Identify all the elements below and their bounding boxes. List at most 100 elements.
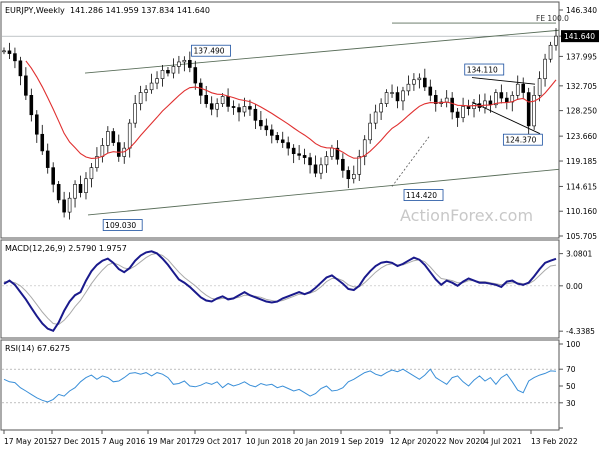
candle-body [253,108,258,121]
candle-body [182,59,187,63]
candle-body [138,92,143,104]
ohlc-readout: 141.286 141.959 137.834 141.640 [70,6,210,15]
candle-body [324,156,329,166]
x-tick-label: 20 Jan 2019 [294,437,339,446]
candle-body [455,111,460,118]
candle-body [171,66,176,74]
candle-body [379,103,383,113]
x-tick-label: 7 Aug 2016 [102,437,145,446]
candle-body [264,125,269,131]
price-label-text: 134.110 [467,66,498,75]
candle-body [297,153,301,156]
candle-body [29,95,34,116]
candle-body [198,82,203,96]
candle-body [319,164,323,174]
rsi-tick-label: 70 [566,365,576,374]
candle-body [188,59,192,68]
candle-body [116,142,121,157]
candle-body [444,97,449,103]
candle-body [231,106,236,108]
candle-body [248,106,252,110]
price-tick-label: 123.660 [566,132,597,141]
candle-body [395,92,400,102]
candle-body [390,92,394,94]
candle-body [155,78,159,84]
candle-body [521,83,525,93]
candle-body [351,173,356,180]
candle-body [483,100,487,108]
price-tick-label: 137.995 [566,52,597,61]
candle-body [526,92,531,127]
rsi-tick-label: 50 [566,382,576,391]
candle-body [193,67,198,84]
watermark: ActionForex.com [400,206,533,225]
candle-body [280,139,285,143]
chart-root: EURJPY,Weekly 141.286 141.959 137.834 14… [0,0,600,450]
candle-body [149,82,154,91]
macd-tick-label: 0.00 [566,282,583,291]
candle-body [24,75,28,96]
candle-body [330,147,334,157]
x-tick-label: 17 May 2015 [4,437,53,446]
x-tick-label: 29 Oct 2017 [195,437,242,446]
candle-body [368,122,372,141]
candle-body [428,86,433,96]
x-tick-label: 13 Feb 2022 [531,437,578,446]
candle-body [423,77,427,88]
candle-body [84,178,88,193]
candle-body [62,199,66,213]
candle-body [505,97,509,103]
candle-body [406,83,411,92]
price-label-text: 109.030 [105,221,136,230]
candle-body [461,106,465,118]
x-tick-label: 27 Dec 2015 [52,437,100,446]
candle-body [346,170,351,180]
candle-body [237,107,241,113]
candle-body [302,155,307,158]
x-tick-label: 12 Apr 2020 [390,437,437,446]
rsi-tick-label: 100 [566,340,581,349]
candle-body [220,96,225,104]
macd-tick-label: -4.3385 [566,327,595,336]
x-tick-label: 22 Nov 2020 [437,437,485,446]
x-tick-label: 4 Jul 2021 [484,437,522,446]
candle-body [543,58,547,79]
candle-body [373,111,378,124]
candle-body [554,35,558,46]
candle-body [133,103,137,124]
candle-body [548,44,553,60]
candle-body [35,114,39,135]
price-tick-label: 128.250 [566,107,597,116]
candle-body [106,131,110,146]
candle-body [13,53,17,62]
candle-body [40,133,45,152]
last-price-label: 141.640 [564,32,595,41]
candle-body [357,156,362,175]
candle-body [56,184,61,201]
candle-body [532,95,536,127]
price-tick-label: 119.185 [566,157,597,166]
candle-body [270,129,274,136]
candle-body [7,50,12,54]
candle-body [144,89,148,93]
fe-label: FE 100.0 [536,14,569,23]
candle-body [466,106,471,109]
candle-body [226,96,230,107]
price-tick-label: 105.705 [566,232,597,241]
candle-body [73,184,77,199]
candle-body [242,106,247,113]
candle-body [111,131,116,143]
candle-body [45,150,50,168]
candle-body [412,79,416,85]
background [0,0,600,450]
price-label-text: 137.490 [194,47,225,56]
rsi-title: RSI(14) 67.6275 [5,344,70,353]
price-tick-label: 146.340 [566,6,597,15]
candle-body [275,135,280,141]
candle-body [51,167,55,185]
price-tick-label: 110.160 [566,207,597,216]
candle-body [417,77,422,81]
x-tick-label: 19 Mar 2017 [148,437,196,446]
candle-body [286,142,290,149]
price-tick-label: 132.705 [566,82,597,91]
